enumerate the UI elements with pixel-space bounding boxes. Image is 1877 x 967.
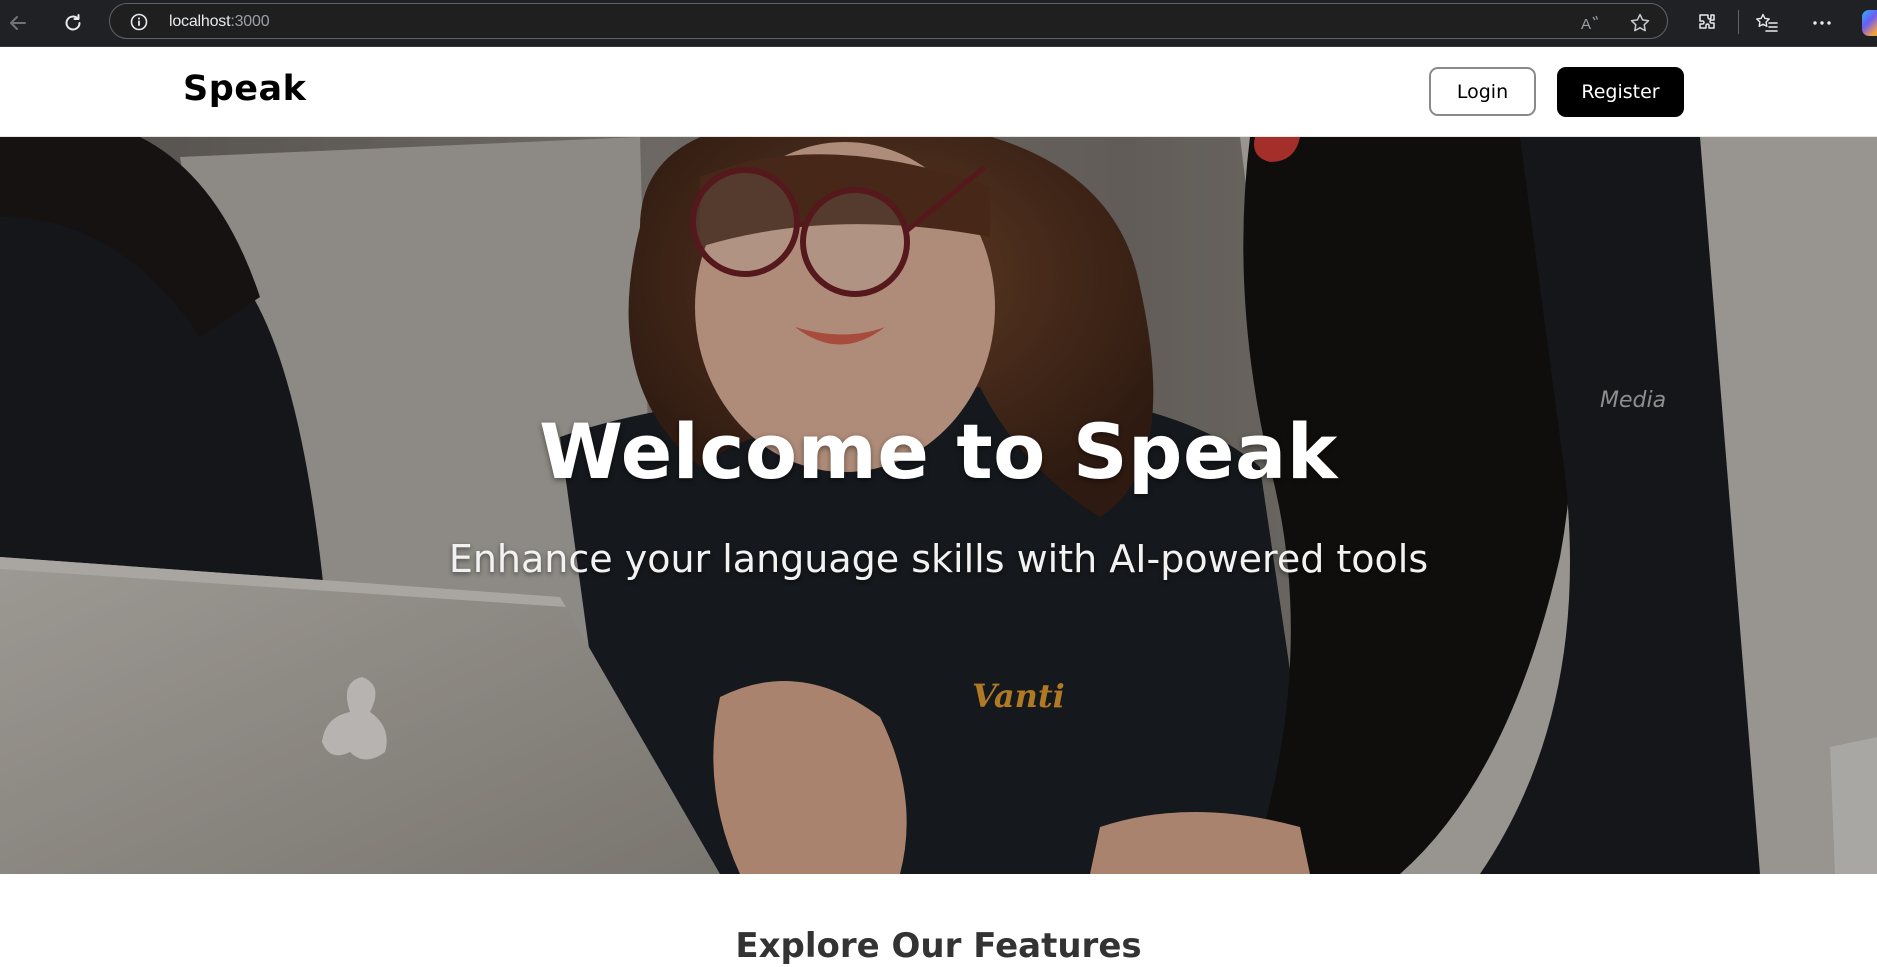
- extensions-icon[interactable]: [1694, 10, 1720, 36]
- back-icon: [10, 16, 26, 30]
- hero-subtitle: Enhance your language skills with AI-pow…: [448, 537, 1429, 581]
- toolbar-separator: [1738, 10, 1739, 34]
- back-button[interactable]: [3, 8, 33, 38]
- site-info-icon[interactable]: [130, 13, 148, 31]
- url-host: localhost: [169, 13, 231, 30]
- favorites-icon[interactable]: [1754, 10, 1780, 36]
- reload-icon: [65, 14, 81, 31]
- hero-title: Welcome to Speak: [539, 407, 1338, 496]
- svg-text:A: A: [1581, 16, 1591, 33]
- features-heading: Explore Our Features: [735, 926, 1142, 966]
- hero-overlay: [0, 137, 1877, 874]
- url-port: :3000: [230, 13, 270, 30]
- register-button[interactable]: Register: [1557, 67, 1684, 117]
- favorite-star-icon[interactable]: [1629, 12, 1651, 34]
- login-button[interactable]: Login: [1429, 67, 1536, 116]
- hero-section: Vanti Media Welcome to Speak Enhance you…: [0, 137, 1877, 874]
- read-aloud-icon[interactable]: A: [1579, 12, 1601, 34]
- brand-logo[interactable]: Speak: [183, 69, 306, 109]
- address-bar[interactable]: localhost:3000 A: [109, 3, 1668, 39]
- reload-button[interactable]: [58, 8, 88, 38]
- features-section: Explore Our Features: [0, 874, 1877, 967]
- url-text[interactable]: localhost:3000: [169, 13, 270, 31]
- browser-toolbar: localhost:3000 A: [0, 0, 1877, 47]
- site-header: Speak Login Register: [0, 47, 1877, 137]
- more-icon[interactable]: [1809, 10, 1835, 36]
- copilot-icon[interactable]: [1862, 10, 1877, 36]
